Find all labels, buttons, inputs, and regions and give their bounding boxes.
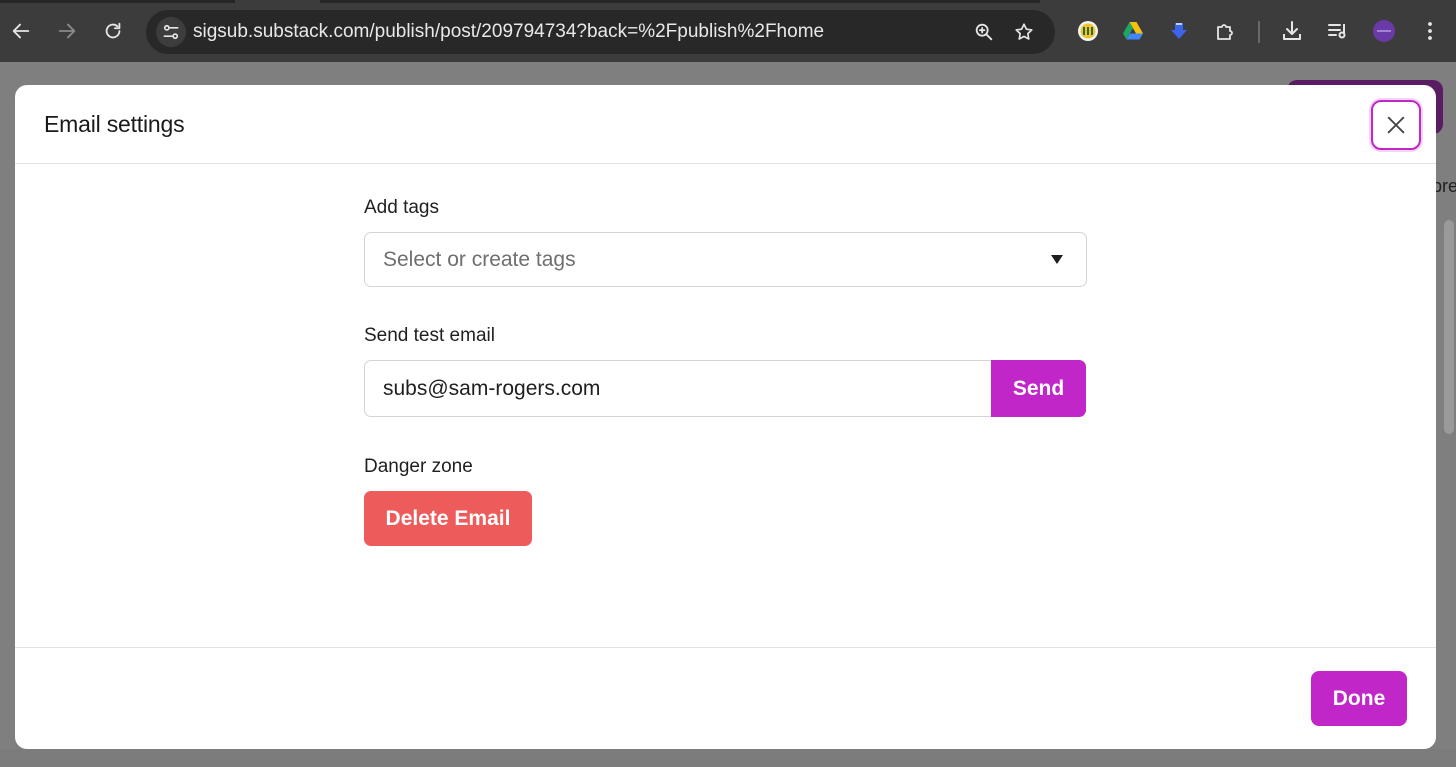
send-button[interactable]: Send	[991, 360, 1086, 417]
bookmark-button[interactable]	[1011, 19, 1037, 45]
modal-title: Email settings	[44, 111, 185, 137]
background-scrollbar	[1444, 220, 1454, 434]
close-button[interactable]	[1371, 100, 1421, 150]
danger-zone-label: Danger zone	[364, 456, 473, 477]
add-tags-label: Add tags	[364, 197, 439, 218]
site-info-icon	[163, 24, 179, 40]
tab-edge	[320, 0, 1040, 3]
reload-button[interactable]	[98, 16, 128, 46]
extensions-menu-button[interactable]	[1211, 17, 1239, 45]
zoom-icon	[975, 23, 993, 41]
downloads-button[interactable]	[1278, 17, 1306, 45]
google-drive-button[interactable]	[1119, 17, 1147, 45]
forward-arrow-icon	[58, 23, 76, 39]
reload-icon	[105, 22, 121, 39]
tab-edge	[0, 0, 235, 3]
puzzle-icon	[1217, 24, 1233, 40]
address-bar[interactable]: sigsub.substack.com/publish/post/2097947…	[146, 10, 1055, 54]
tags-select-placeholder: Select or create tags	[383, 248, 576, 271]
profile-avatar	[1373, 20, 1395, 42]
dropdown-arrow-icon	[1051, 255, 1063, 264]
background-page-strip	[0, 749, 1456, 767]
done-button[interactable]: Done	[1311, 671, 1407, 726]
browser-menu-button[interactable]	[1416, 17, 1444, 45]
delete-email-button[interactable]: Delete Email	[364, 491, 532, 546]
forward-button[interactable]	[52, 16, 82, 46]
profile-button[interactable]	[1370, 17, 1398, 45]
close-icon	[1387, 116, 1405, 134]
send-test-email-label: Send test email	[364, 325, 495, 346]
browser-toolbar: sigsub.substack.com/publish/post/2097947…	[0, 0, 1456, 62]
modal-header: Email settings	[15, 85, 1436, 164]
email-settings-modal: Email settings Add tags Select or create…	[15, 85, 1436, 749]
extension-button[interactable]	[1074, 17, 1102, 45]
url-text[interactable]: sigsub.substack.com/publish/post/2097947…	[193, 21, 824, 43]
back-arrow-icon	[12, 23, 30, 39]
download-arrow-icon	[1171, 23, 1187, 39]
google-drive-icon	[1123, 22, 1143, 40]
zoom-button[interactable]	[971, 19, 997, 45]
tags-select[interactable]: Select or create tags	[364, 232, 1087, 287]
site-info-button[interactable]	[156, 17, 186, 47]
extension-icon	[1078, 21, 1098, 41]
footer-divider	[15, 647, 1436, 648]
test-email-input[interactable]: subs@sam-rogers.com	[364, 360, 992, 417]
reading-list-icon	[1328, 24, 1346, 39]
test-email-value: subs@sam-rogers.com	[383, 377, 601, 400]
kebab-menu-icon	[1428, 22, 1432, 40]
bookmark-star-icon	[1015, 23, 1033, 40]
back-button[interactable]	[6, 16, 36, 46]
download-extension-button[interactable]	[1165, 17, 1193, 45]
reading-list-button[interactable]	[1324, 17, 1352, 45]
toolbar-divider	[1258, 21, 1260, 43]
downloads-icon	[1283, 21, 1301, 40]
